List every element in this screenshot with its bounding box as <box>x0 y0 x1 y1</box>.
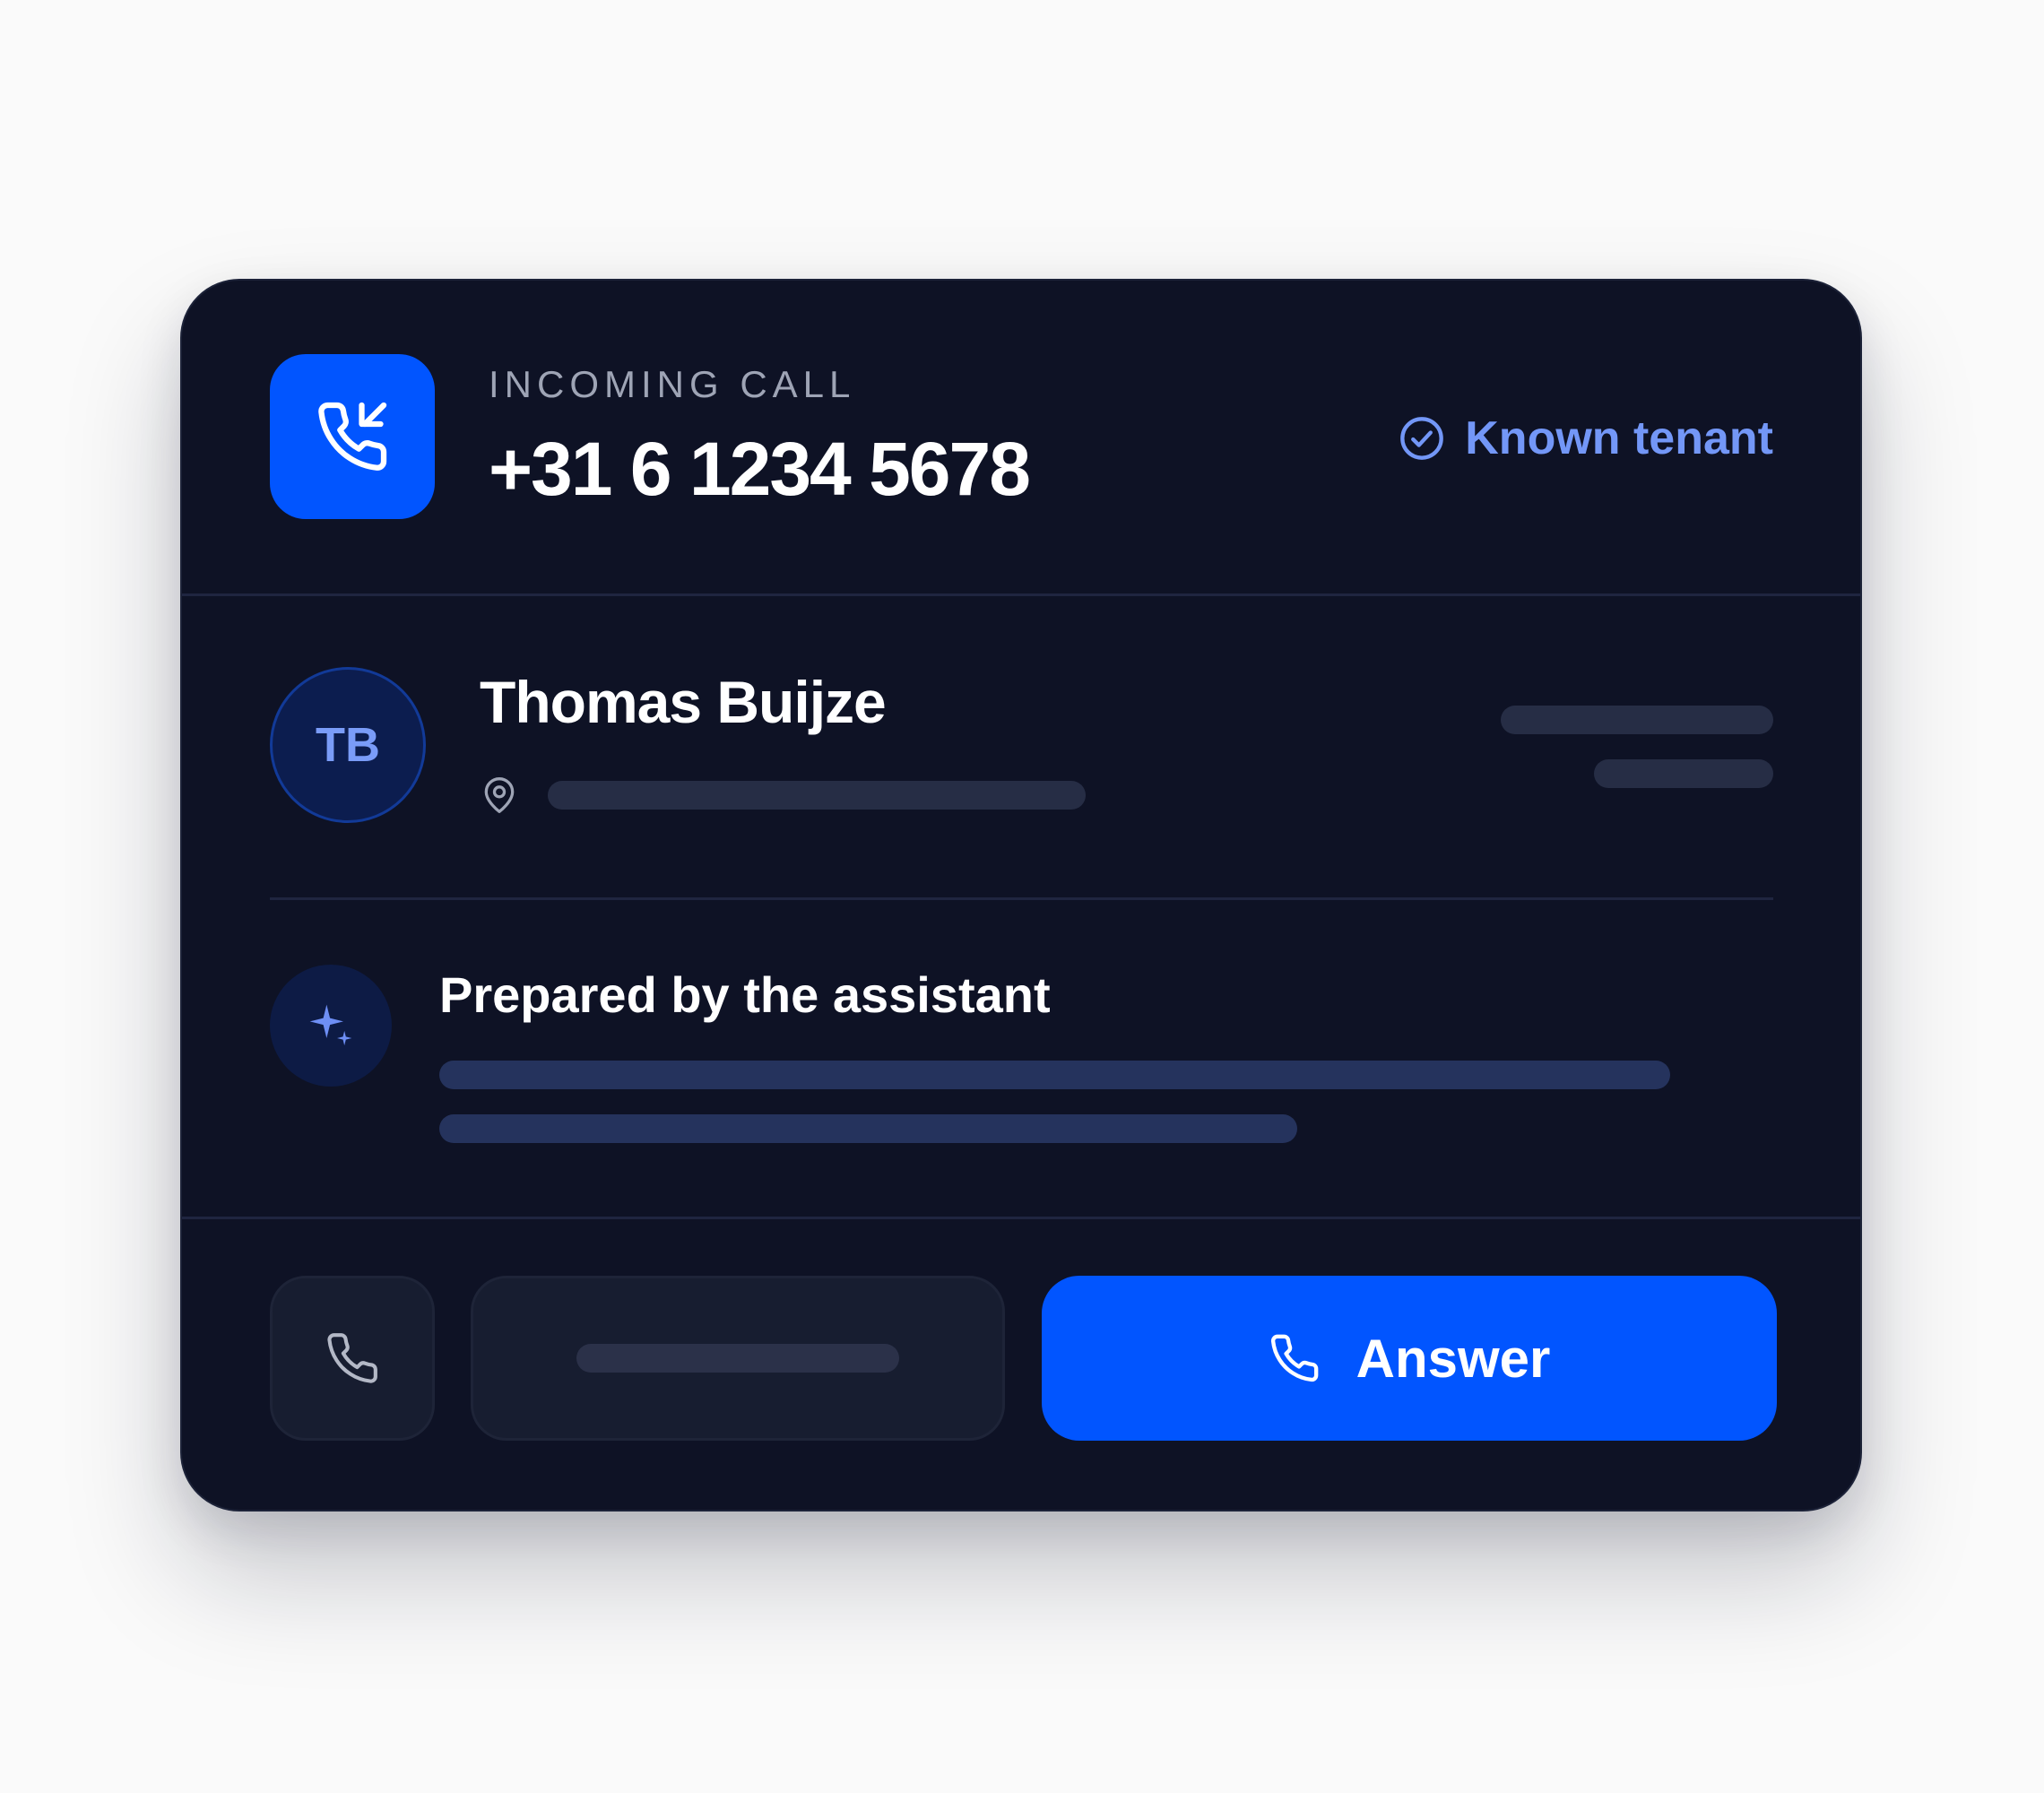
check-circle-icon <box>1400 417 1444 460</box>
phone-button[interactable] <box>270 1276 435 1441</box>
assistant-summary-placeholder-2 <box>439 1114 1297 1143</box>
known-tenant-label: Known tenant <box>1465 412 1773 464</box>
phone-icon <box>1270 1334 1318 1382</box>
assistant-title: Prepared by the assistant <box>439 966 1051 1023</box>
phone-icon <box>327 1333 377 1383</box>
answer-button-label: Answer <box>1355 1328 1551 1389</box>
incoming-call-icon <box>318 402 387 471</box>
map-pin-icon <box>484 777 515 813</box>
incoming-call-card: INCOMING CALL +31 6 1234 5678 Known tena… <box>180 279 1862 1511</box>
contact-meta-placeholder-2 <box>1594 759 1773 788</box>
incoming-call-label: INCOMING CALL <box>489 363 856 405</box>
known-tenant-badge: Known tenant <box>1399 411 1773 465</box>
answer-button[interactable]: Answer <box>1042 1276 1777 1441</box>
incoming-call-icon-box <box>270 354 435 519</box>
assistant-summary-placeholder-1 <box>439 1061 1670 1089</box>
contact-name: Thomas Buijze <box>480 669 887 735</box>
address-placeholder <box>548 781 1086 810</box>
avatar: TB <box>270 667 426 823</box>
actions-divider <box>182 1217 1860 1219</box>
assistant-icon-circle <box>270 965 392 1087</box>
contact-meta-placeholder-1 <box>1501 706 1773 734</box>
caller-phone-number: +31 6 1234 5678 <box>489 427 1031 511</box>
header-divider <box>182 593 1860 596</box>
secondary-action-button[interactable] <box>471 1276 1005 1441</box>
secondary-action-label-placeholder <box>576 1344 899 1373</box>
contact-divider <box>270 897 1773 900</box>
sparkles-icon <box>309 1004 352 1046</box>
avatar-initials: TB <box>316 718 380 772</box>
